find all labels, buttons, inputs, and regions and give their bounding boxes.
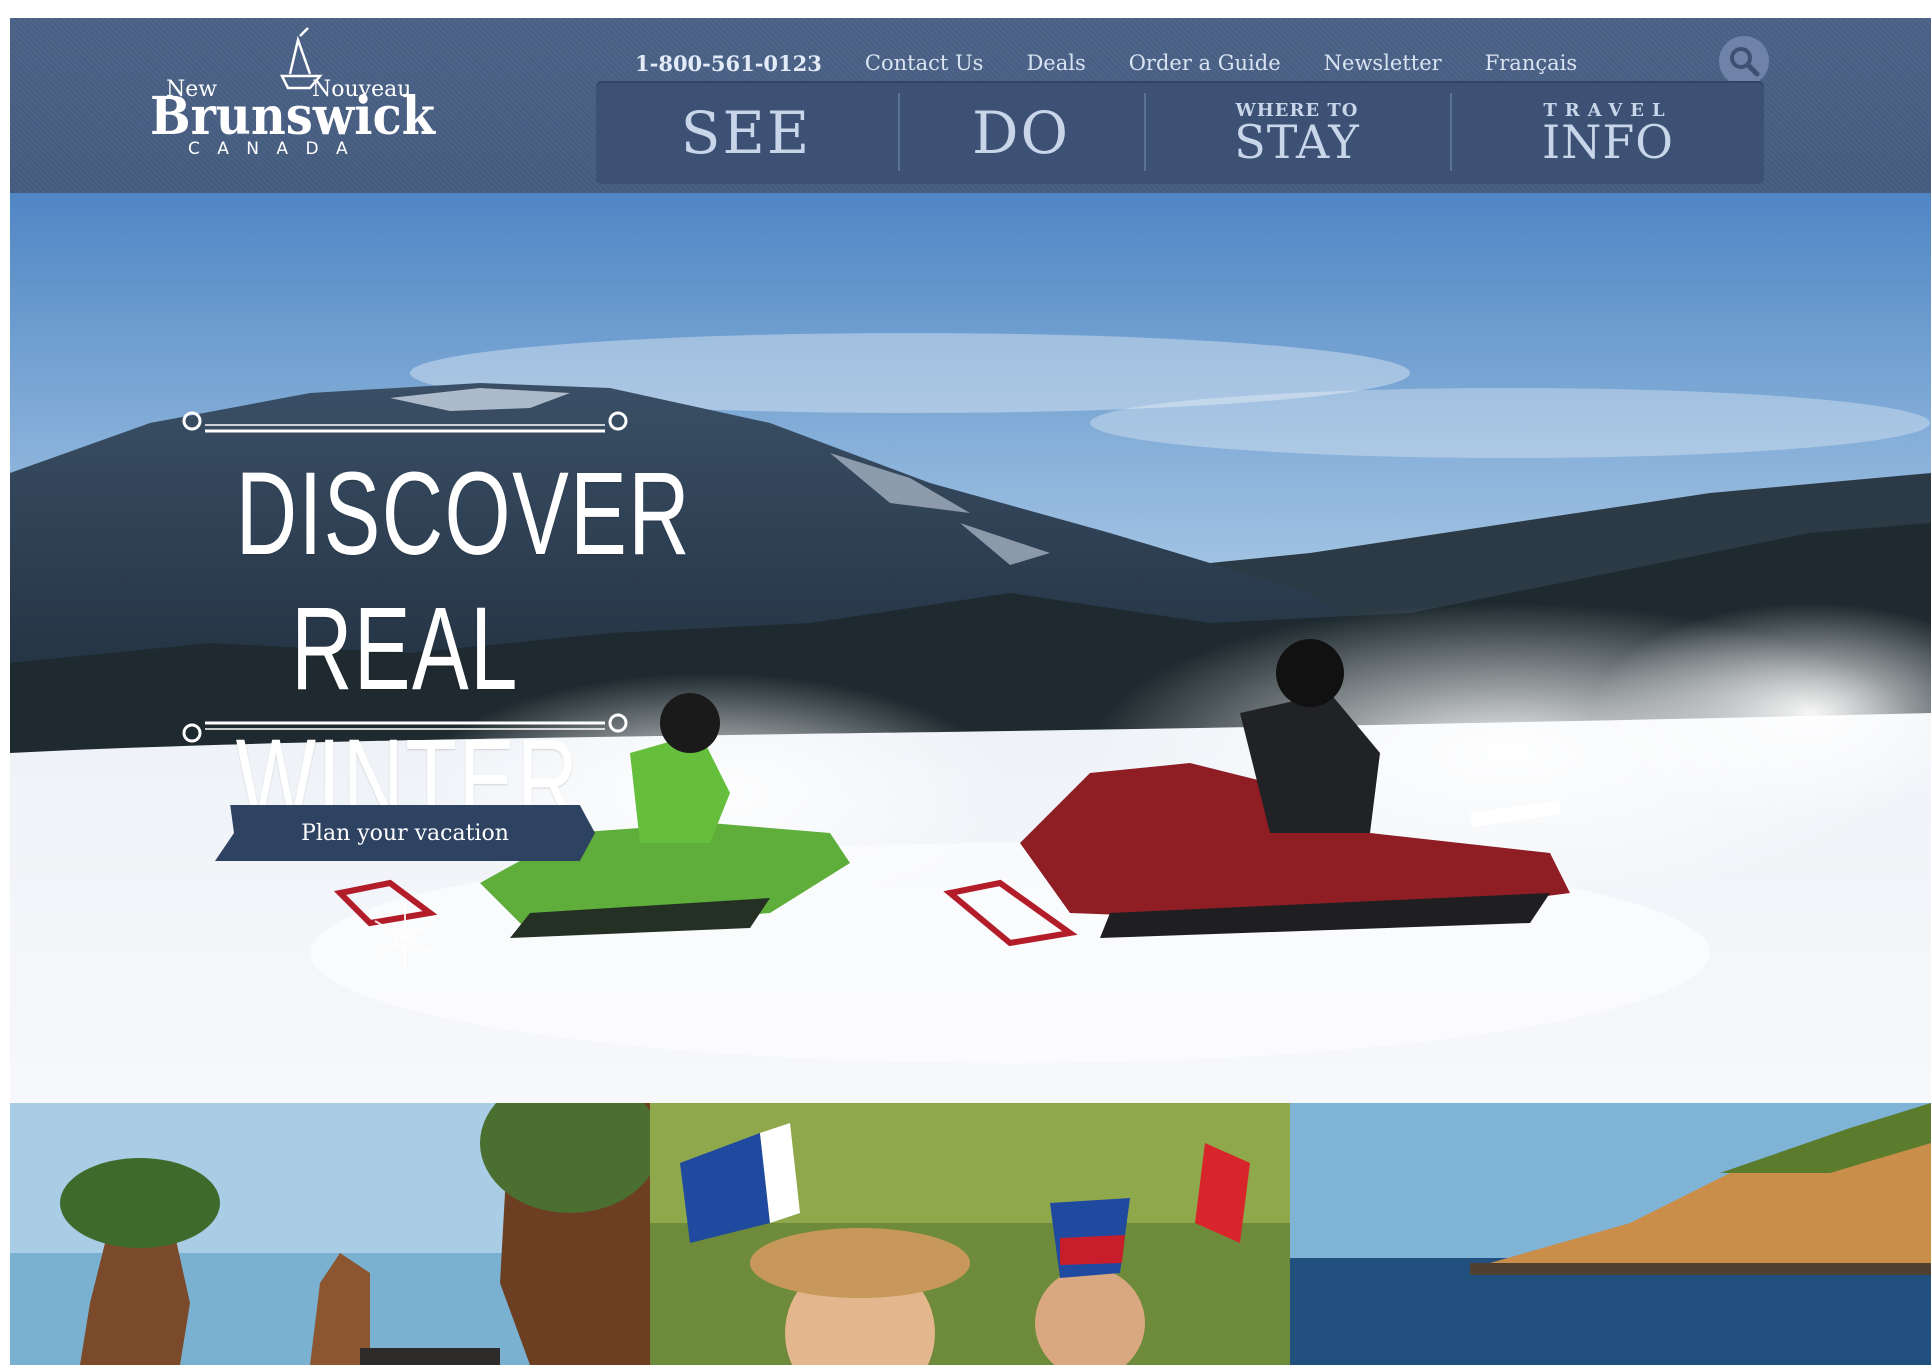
headline-line-1: DISCOVER	[235, 448, 692, 580]
nav-do[interactable]: DO	[900, 81, 1142, 184]
phone-number[interactable]: 1-800-561-0123	[635, 51, 822, 76]
logo-brunswick: Brunswick	[150, 86, 436, 147]
tile-hopewell-rocks[interactable]	[10, 1103, 650, 1365]
nav-info-big-label: INFO	[1541, 114, 1675, 169]
order-guide-link[interactable]: Order a Guide	[1129, 51, 1281, 75]
search-icon	[1730, 47, 1760, 77]
new-brunswick-logo[interactable]: New Nouveau Brunswick C A N A D A	[150, 26, 440, 156]
nav-where-to-stay[interactable]: WHERE TO STAY	[1146, 81, 1448, 184]
logo-canada: C A N A D A	[188, 139, 354, 156]
page-frame: New Nouveau Brunswick C A N A D A 1-800-…	[10, 18, 1931, 1365]
nav-see-label: SEE	[680, 98, 812, 167]
contact-us-link[interactable]: Contact Us	[865, 51, 984, 75]
coastal-cliffs-image	[1290, 1103, 1931, 1365]
hero-headline-block: DISCOVER REAL WINTER	[170, 393, 692, 847]
nav-see[interactable]: SEE	[596, 81, 896, 184]
deals-link[interactable]: Deals	[1026, 51, 1085, 75]
tile-acadian-festival[interactable]	[650, 1103, 1290, 1365]
site-header: New Nouveau Brunswick C A N A D A 1-800-…	[10, 18, 1931, 193]
newsletter-link[interactable]: Newsletter	[1324, 51, 1442, 75]
language-link[interactable]: Français	[1485, 51, 1577, 75]
hero-banner: DISCOVER REAL WINTER Plan your vacation	[10, 193, 1931, 1103]
feature-tiles	[10, 1103, 1931, 1365]
nav-do-label: DO	[971, 98, 1071, 167]
search-button[interactable]	[1719, 36, 1769, 86]
hopewell-rocks-image	[10, 1103, 650, 1365]
top-strip-fragment	[0, 0, 760, 18]
plan-vacation-button[interactable]: Plan your vacation	[215, 805, 595, 861]
acadian-festival-image	[650, 1103, 1290, 1365]
snowflake-icon	[374, 904, 436, 972]
tile-coastal-cliffs[interactable]	[1290, 1103, 1931, 1365]
main-nav: SEE DO WHERE TO STAY TRAVEL INFO	[596, 81, 1764, 184]
nav-travel-info[interactable]: TRAVEL INFO	[1452, 81, 1764, 184]
nav-stay-big-label: STAY	[1234, 114, 1360, 169]
